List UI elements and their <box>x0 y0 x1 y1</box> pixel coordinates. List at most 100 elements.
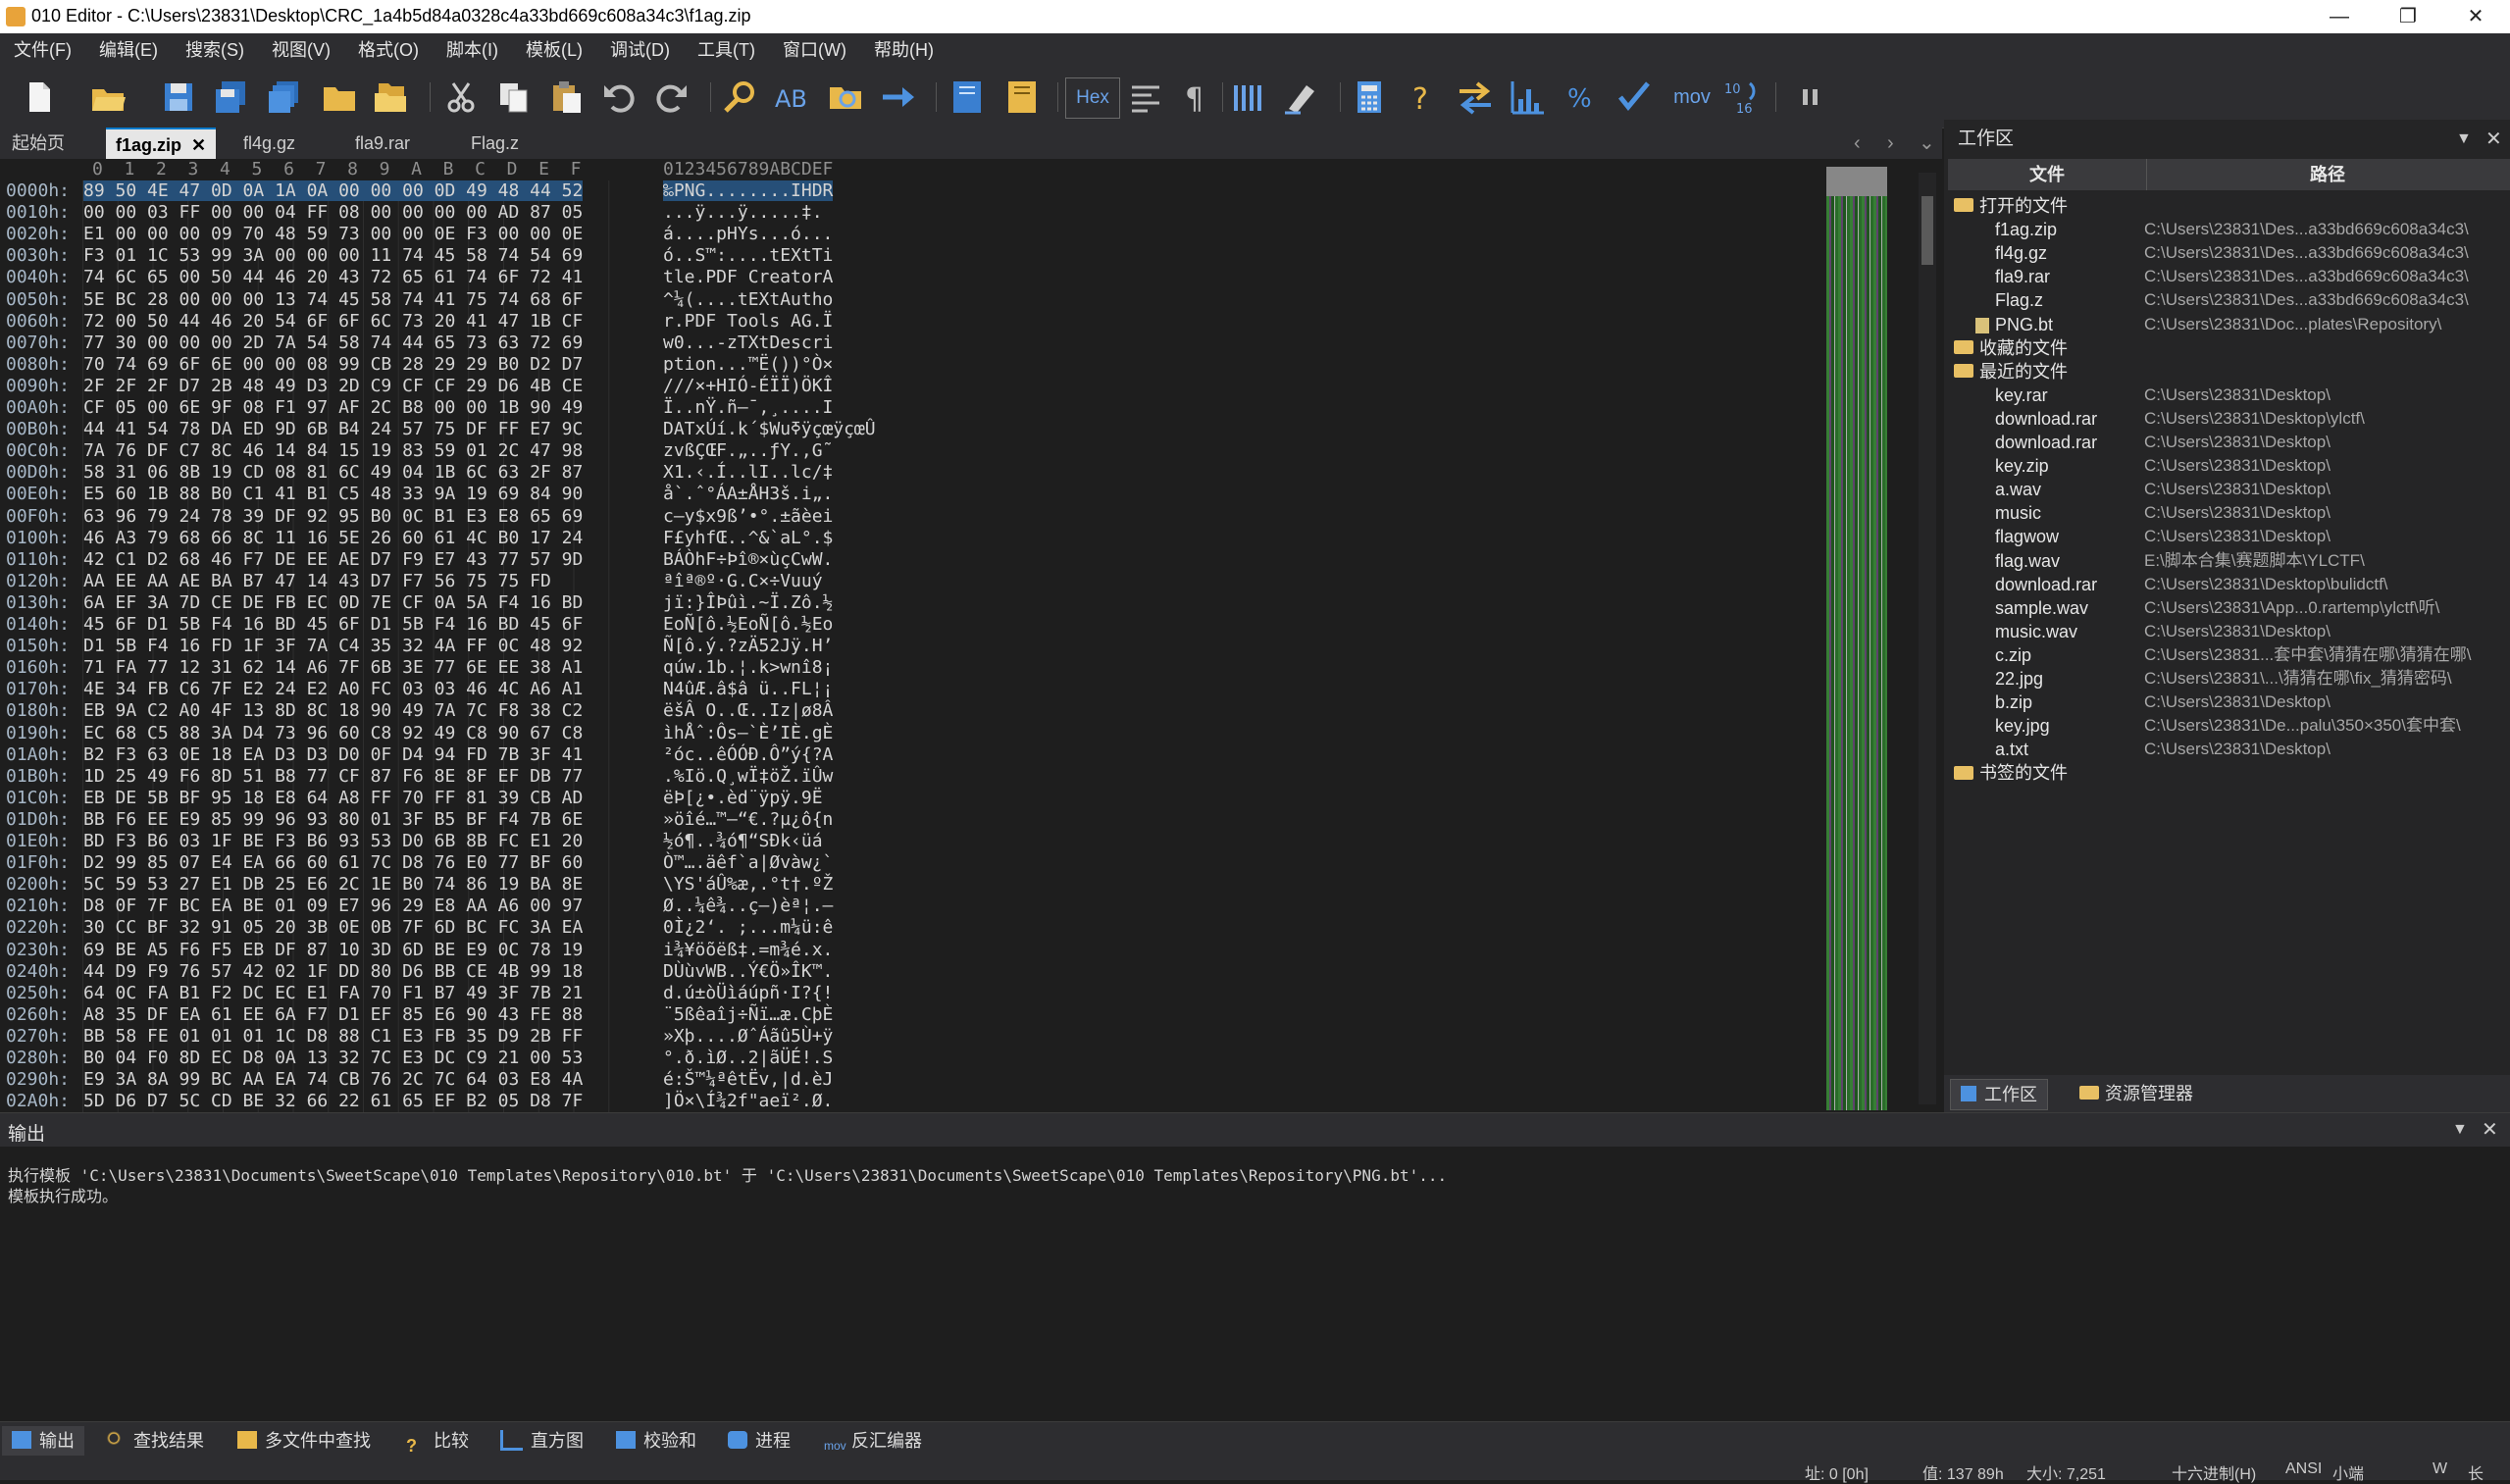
disassembler-mov-button[interactable]: mov <box>1667 77 1716 117</box>
output-close-icon[interactable]: ✕ <box>2482 1117 2498 1142</box>
hex-bytes[interactable]: F3 01 1C 53 99 3A 00 00 00 11 74 45 58 7… <box>83 245 583 266</box>
hex-bytes[interactable]: CF 05 00 6E 9F 08 F1 97 AF 2C B8 00 00 1… <box>83 397 583 418</box>
hex-bytes[interactable]: 71 FA 77 12 31 62 14 A6 7F 6B 3E 77 6E E… <box>83 657 583 678</box>
hex-bytes[interactable]: AA EE AA AE BA B7 47 14 43 D7 F7 56 75 7… <box>83 571 551 591</box>
workspace-group-favorites[interactable]: 收藏的文件 <box>1948 336 2510 360</box>
pilcrow-icon[interactable]: ¶ <box>1177 77 1216 117</box>
workspace-file-item[interactable]: sample.wav C:\Users\23831\App...0.rartemp… <box>1948 596 2510 620</box>
save-as-icon[interactable] <box>212 77 251 117</box>
menu-tools[interactable]: 工具(T) <box>684 33 769 67</box>
workspace-file-item[interactable]: key.rar C:\Users\23831\Desktop\ <box>1948 384 2510 407</box>
tab-output[interactable]: 输出 <box>2 1426 84 1456</box>
hex-ascii[interactable]: BÁÒhF÷Þî®×ùçCwW. <box>663 549 833 570</box>
workspace-file-item[interactable]: f1ag.zip C:\Users\23831\Des...a33bd669c60… <box>1948 218 2510 241</box>
workspace-file-item[interactable]: c.zip C:\Users\23831...套中套\猜猜在哪\猜猜在哪\ <box>1948 643 2510 667</box>
hex-bytes[interactable]: 4E 34 FB C6 7F E2 24 E2 A0 FC 03 03 46 4… <box>83 679 583 699</box>
workspace-group-bookmarked[interactable]: 书签的文件 <box>1948 761 2510 785</box>
hex-bytes[interactable]: 00 00 03 FF 00 00 04 FF 08 00 00 00 00 A… <box>83 202 583 223</box>
workspace-group-recent[interactable]: 最近的文件 <box>1948 360 2510 384</box>
cut-icon[interactable] <box>441 77 481 117</box>
hex-bytes[interactable]: 72 00 50 44 46 20 54 6F 6F 6C 73 20 41 4… <box>83 311 583 332</box>
workspace-file-item[interactable]: flag.wav E:\脚本合集\赛题脚本\YLCTF\ <box>1948 549 2510 573</box>
hex-bytes[interactable]: 30 CC BF 32 91 05 20 3B 0E 0B 7F 6D BC F… <box>83 917 583 938</box>
scrollbar-thumb[interactable] <box>1921 196 1933 265</box>
hex-ascii[interactable]: F£yhfŒ..^&`aL°.$ <box>663 528 833 548</box>
minimize-button[interactable]: — <box>2305 0 2374 33</box>
file-minimap[interactable] <box>1826 167 1887 1110</box>
menu-debug[interactable]: 调试(D) <box>596 33 684 67</box>
hex-ascii[interactable]: ‰PNG........IHDR <box>663 180 834 201</box>
menu-template[interactable]: 模板(L) <box>512 33 596 67</box>
status-insert-mode[interactable]: W <box>2433 1460 2447 1478</box>
hex-bytes[interactable]: E5 60 1B 88 B0 C1 41 B1 C5 48 33 9A 19 6… <box>83 484 583 504</box>
workspace-file-item[interactable]: key.jpg C:\Users\23831\De...palu\350×350\… <box>1948 714 2510 738</box>
hex-ascii[interactable]: »Xþ....ØˆÁãû5Ù+ÿ <box>663 1026 833 1047</box>
workspace-file-item[interactable]: a.txt C:\Users\23831\Desktop\ <box>1948 738 2510 761</box>
hex-ascii[interactable]: Ø..¼ê¾..ç–)èª¦.— <box>663 896 833 916</box>
hex-bytes[interactable]: 63 96 79 24 78 39 DF 92 95 B0 0C B1 E3 E… <box>83 506 583 527</box>
hex-bytes[interactable]: D8 0F 7F BC EA BE 01 09 E7 96 29 E8 AA A… <box>83 896 583 916</box>
tab-list-dropdown-icon[interactable]: ⌄ <box>1919 128 1935 159</box>
tab-compare[interactable]: ? 比较 <box>406 1426 469 1456</box>
maximize-button[interactable]: ❐ <box>2374 0 2442 33</box>
workspace-group-open[interactable]: 打开的文件 <box>1948 194 2510 218</box>
workspace-file-item[interactable]: music C:\Users\23831\Desktop\ <box>1948 501 2510 525</box>
hex-bytes[interactable]: 44 D9 F9 76 57 42 02 1F DD 80 D6 BB CE 4… <box>83 961 583 982</box>
hex-ascii[interactable]: ²óc..êÓÓÐ.Ô”ý{?A <box>663 744 833 765</box>
close-window-button[interactable]: ✕ <box>2441 0 2510 33</box>
hex-bytes[interactable]: 5E BC 28 00 00 00 13 74 45 58 74 41 75 7… <box>83 289 583 310</box>
hex-ascii[interactable]: Ñ[ô.ý.?zÄ52Jÿ.H’ <box>663 636 833 656</box>
workspace-file-item[interactable]: download.rar C:\Users\23831\Desktop\ <box>1948 431 2510 454</box>
save-all-icon[interactable] <box>265 77 304 117</box>
hex-ascii[interactable]: 0Ì¿2‘. ;...m¼ü:ê <box>663 917 833 938</box>
hex-bytes[interactable]: D1 5B F4 16 FD 1F 3F 7A C4 35 32 4A FF 0… <box>83 636 583 656</box>
tab-checksum[interactable]: 校验和 <box>616 1426 696 1456</box>
hex-bytes[interactable]: 1D 25 49 F6 8D 51 B8 77 CF 87 F6 8E 8F E… <box>83 766 583 787</box>
hex-ascii[interactable]: ëšÂ O..Œ..Iz|ø8Â <box>663 700 833 721</box>
hex-ascii[interactable]: ó..S™:....tEXtTi <box>663 245 833 266</box>
checksum-icon[interactable] <box>1614 77 1654 117</box>
redo-icon[interactable] <box>651 77 691 117</box>
hex-ascii[interactable]: ëÞ[¿•.èd¨ÿpÿ.9Ë­ <box>663 788 823 808</box>
workspace-file-item[interactable]: download.rar C:\Users\23831\Desktop\ylctf… <box>1948 407 2510 431</box>
open-folder-icon[interactable] <box>320 77 359 117</box>
column-path[interactable]: 路径 <box>2146 159 2509 190</box>
hex-ascii[interactable]: ½ó¶..¾ó¶“SÐk‹üá <box>663 831 833 851</box>
hex-bytes[interactable]: 42 C1 D2 68 46 F7 DE EE AE D7 F9 E7 43 7… <box>83 549 583 570</box>
hex-bytes[interactable]: B2 F3 63 0E 18 EA D3 D3 D0 0F D4 94 FD 7… <box>83 744 583 765</box>
tab-scroll-left-icon[interactable]: ‹ <box>1854 128 1861 159</box>
open-file-icon[interactable] <box>88 77 128 117</box>
hex-ascii[interactable]: tle.PDF CreatorA <box>663 267 833 287</box>
undo-icon[interactable] <box>600 77 640 117</box>
hex-bytes[interactable]: 64 0C FA B1 F2 DC EC E1 FA 70 F1 B7 49 3… <box>83 983 583 1003</box>
hex-ascii[interactable]: EoÑ[ô.½EoÑ[ô.½Eo <box>663 614 833 635</box>
hex-ascii[interactable]: á....pHYs...ó... <box>663 224 833 244</box>
workspace-file-item[interactable]: fla9.rar C:\Users\23831\Des...a33bd669c60… <box>1948 265 2510 288</box>
hex-bytes[interactable]: 44 41 54 78 DA ED 9D 6B B4 24 57 75 DF F… <box>83 419 583 439</box>
hex-ascii[interactable]: d.ú±òÜìáúpñ·I?{! <box>663 983 833 1003</box>
menu-view[interactable]: 视图(V) <box>258 33 344 67</box>
menu-script[interactable]: 脚本(I) <box>433 33 512 67</box>
calculator-icon[interactable] <box>1350 77 1389 117</box>
tab-flag-z[interactable]: Flag.z <box>461 128 529 159</box>
hex-bytes[interactable]: D2 99 85 07 E4 EA 66 60 61 7C D8 76 E0 7… <box>83 852 583 873</box>
output-dropdown-icon[interactable]: ▼ <box>2452 1121 2468 1139</box>
hex-bytes[interactable]: EB DE 5B BF 95 18 E8 64 A8 FF 70 FF 81 3… <box>83 788 583 808</box>
hex-ascii[interactable]: »öîé…™–“€.?µ¿ô{n <box>663 809 833 830</box>
menu-edit[interactable]: 编辑(E) <box>85 33 172 67</box>
hex-bytes[interactable]: 5C 59 53 27 E1 DB 25 E6 2C 1E B0 74 86 1… <box>83 874 583 895</box>
tab-find-in-files[interactable]: 多文件中查找 <box>237 1426 371 1456</box>
hex-vertical-scrollbar[interactable] <box>1919 173 1936 1104</box>
help-icon[interactable]: ? <box>1403 77 1442 117</box>
hex-bytes[interactable]: 6A EF 3A 7D CE DE FB EC 0D 7E CF 0A 5A F… <box>83 592 583 613</box>
status-endian[interactable]: 小端 <box>2332 1460 2364 1484</box>
save-icon[interactable] <box>159 77 198 117</box>
copy-icon[interactable] <box>494 77 534 117</box>
hex-bytes[interactable]: BD F3 B6 03 1F BE F3 B6 93 53 D0 6B 8B F… <box>83 831 583 851</box>
tab-scroll-right-icon[interactable]: › <box>1887 128 1894 159</box>
hex-ascii[interactable]: jï:}ÎÞûì.~Ï.Zô.½ <box>663 592 833 613</box>
hex-ascii[interactable]: N4ûÆ.â$â ü..FL¦¡ <box>663 679 833 699</box>
tab-workspace[interactable]: 工作区 <box>1950 1079 2048 1110</box>
menu-format[interactable]: 格式(O) <box>344 33 433 67</box>
workspace-dropdown-icon[interactable]: ▼ <box>2456 120 2472 159</box>
